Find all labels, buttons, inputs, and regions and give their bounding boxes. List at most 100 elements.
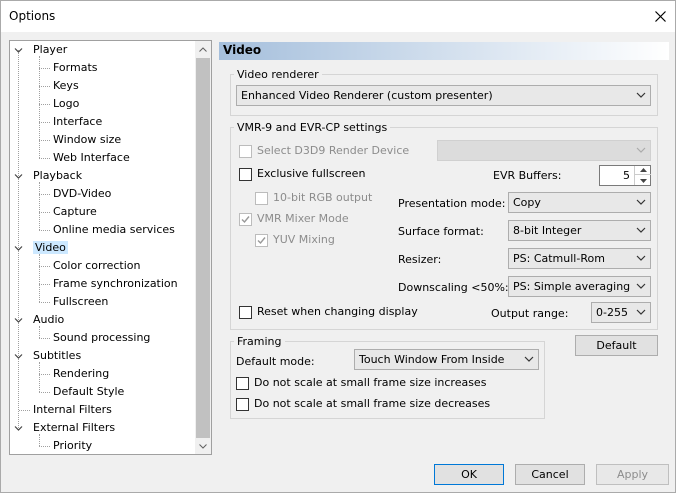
tree-item-default-style[interactable]: Default Style bbox=[53, 383, 124, 401]
downscaling-select[interactable]: PS: Simple averaging bbox=[508, 276, 651, 297]
tree-branch-line bbox=[39, 254, 40, 302]
tree-item-label: Default Style bbox=[53, 385, 125, 398]
tree-item-priority[interactable]: Priority bbox=[53, 437, 93, 454]
tree-item-formats[interactable]: Formats bbox=[53, 59, 98, 77]
d3d9-device-select[interactable] bbox=[437, 140, 651, 161]
tree-item-label: DVD-Video bbox=[53, 187, 112, 200]
cancel-button[interactable]: Cancel bbox=[515, 464, 585, 485]
chevron-down-icon bbox=[14, 174, 23, 179]
resizer-select[interactable]: PS: Catmull-Rom bbox=[508, 248, 651, 269]
select-d3d9-label: Select D3D9 Render Device bbox=[257, 144, 410, 157]
output-range-label: Output range: bbox=[491, 307, 569, 320]
checkbox-box bbox=[236, 398, 249, 411]
surface-format-value: 8-bit Integer bbox=[513, 224, 582, 237]
tree-item-dvd-video[interactable]: DVD-Video bbox=[53, 185, 111, 203]
scroll-down-arrow[interactable] bbox=[195, 438, 211, 454]
tree-expander[interactable] bbox=[14, 244, 23, 253]
chevron-down-icon bbox=[636, 255, 646, 261]
tree-item-subtitles[interactable]: Subtitles bbox=[33, 347, 81, 365]
tree-item-web-interface[interactable]: Web Interface bbox=[53, 149, 130, 167]
tree-connector bbox=[39, 140, 50, 141]
vmr-settings-group-label: VMR-9 and EVR-CP settings bbox=[234, 121, 391, 134]
scroll-thumb[interactable] bbox=[196, 58, 210, 438]
tree-item-label: Formats bbox=[53, 61, 98, 74]
chevron-down-icon bbox=[636, 309, 646, 315]
caret-down-icon bbox=[639, 178, 647, 183]
tree-expander[interactable] bbox=[14, 316, 23, 325]
surface-format-select[interactable]: 8-bit Integer bbox=[508, 220, 651, 241]
presentation-mode-label: Presentation mode: bbox=[398, 197, 506, 210]
tree-item-fullscreen[interactable]: Fullscreen bbox=[53, 293, 108, 311]
tree-connector bbox=[39, 338, 50, 339]
tree-item-online-media-services[interactable]: Online media services bbox=[53, 221, 175, 239]
tree-item-playback[interactable]: Playback bbox=[33, 167, 82, 185]
spin-down-button[interactable] bbox=[635, 176, 651, 185]
presentation-mode-select[interactable]: Copy bbox=[508, 192, 651, 213]
close-button[interactable] bbox=[645, 1, 675, 32]
tree-item-label: Window size bbox=[53, 133, 122, 146]
default-mode-select[interactable]: Touch Window From Inside bbox=[354, 349, 539, 370]
tree-expander[interactable] bbox=[14, 172, 23, 181]
video-renderer-select[interactable]: Enhanced Video Renderer (custom presente… bbox=[236, 85, 651, 106]
tree-item-label: Frame synchronization bbox=[53, 277, 178, 290]
output-range-value: 0-255 bbox=[596, 306, 628, 319]
tree-item-color-correction[interactable]: Color correction bbox=[53, 257, 141, 275]
tree-item-label: Sound processing bbox=[53, 331, 151, 344]
tree-expander[interactable] bbox=[14, 424, 23, 433]
checkbox-box bbox=[239, 145, 252, 158]
tree-item-label: Priority bbox=[53, 439, 93, 452]
tree-connector bbox=[39, 284, 50, 285]
tree-item-label: Capture bbox=[53, 205, 97, 218]
tree-item-label: Web Interface bbox=[53, 151, 130, 164]
tree-item-external-filters[interactable]: External Filters bbox=[33, 419, 115, 437]
tree-connector bbox=[39, 392, 50, 393]
reset-display-label: Reset when changing display bbox=[257, 305, 418, 318]
tree-item-label: External Filters bbox=[33, 421, 116, 434]
evr-buffers-spinner[interactable]: 5 bbox=[599, 165, 651, 186]
chevron-down-icon bbox=[524, 356, 534, 362]
spin-up-button[interactable] bbox=[635, 166, 651, 175]
chevron-down-icon bbox=[14, 426, 23, 431]
ok-button[interactable]: OK bbox=[434, 464, 504, 485]
apply-button[interactable]: Apply bbox=[596, 464, 669, 485]
tree-connector bbox=[39, 446, 50, 447]
chevron-down-icon bbox=[199, 443, 207, 449]
tree-expander[interactable] bbox=[14, 352, 23, 361]
tree-item-rendering[interactable]: Rendering bbox=[53, 365, 109, 383]
default-button[interactable]: Default bbox=[575, 335, 658, 356]
tree-item-sound-processing[interactable]: Sound processing bbox=[53, 329, 150, 347]
panel-title: Video bbox=[223, 43, 262, 57]
chevron-down-icon bbox=[636, 92, 646, 98]
tree-item-label: Playback bbox=[33, 169, 83, 182]
chevron-down-icon bbox=[14, 354, 23, 359]
surface-format-label: Surface format: bbox=[398, 225, 484, 238]
resizer-value: PS: Catmull-Rom bbox=[513, 252, 605, 265]
tree-item-logo[interactable]: Logo bbox=[53, 95, 79, 113]
tree-item-label: Color correction bbox=[53, 259, 141, 272]
tree-item-keys[interactable]: Keys bbox=[53, 77, 79, 95]
video-renderer-group-label: Video renderer bbox=[234, 68, 322, 81]
tree-connector bbox=[39, 212, 50, 213]
checkbox-box bbox=[236, 377, 249, 390]
tree-item-interface[interactable]: Interface bbox=[53, 113, 102, 131]
tree-scrollbar[interactable] bbox=[195, 41, 211, 454]
tree-item-window-size[interactable]: Window size bbox=[53, 131, 121, 149]
tree-item-label: Video bbox=[33, 241, 68, 254]
tree-connector bbox=[39, 266, 50, 267]
scroll-up-arrow[interactable] bbox=[195, 41, 211, 57]
checkbox-box bbox=[239, 306, 252, 319]
title-bar[interactable]: Options bbox=[1, 1, 675, 32]
output-range-select[interactable]: 0-255 bbox=[591, 302, 651, 323]
tree-connector bbox=[39, 86, 50, 87]
checkbox-box bbox=[239, 168, 252, 181]
tree-branch-line bbox=[39, 362, 40, 392]
tree-item-frame-synchronization[interactable]: Frame synchronization bbox=[53, 275, 178, 293]
default-mode-label: Default mode: bbox=[236, 355, 315, 368]
tree-item-internal-filters[interactable]: Internal Filters bbox=[33, 401, 112, 419]
tree-item-audio[interactable]: Audio bbox=[33, 311, 64, 329]
options-tree[interactable]: Player Formats Keys Logo Interface Window siz… bbox=[9, 40, 212, 455]
tree-connector bbox=[39, 158, 50, 159]
tree-item-capture[interactable]: Capture bbox=[53, 203, 97, 221]
tree-item-label: Subtitles bbox=[33, 349, 82, 362]
tree-expander[interactable] bbox=[14, 46, 23, 55]
